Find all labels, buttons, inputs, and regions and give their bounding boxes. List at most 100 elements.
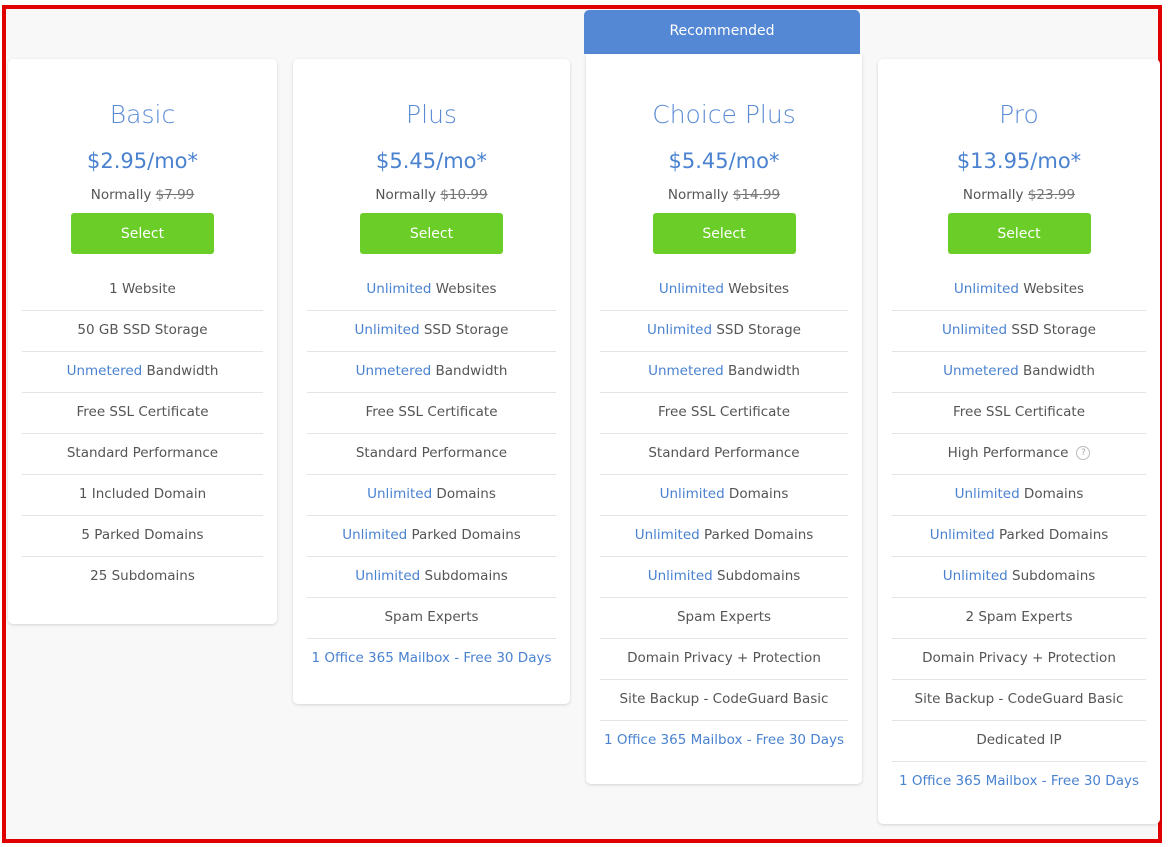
feature-highlight: Unmetered <box>943 363 1019 379</box>
feature-item-office365-link[interactable]: 1 Office 365 Mailbox - Free 30 Days <box>307 639 556 679</box>
feature-text: Websites <box>723 281 790 297</box>
feature-text: Parked Domains <box>407 527 521 543</box>
plan-price: $5.45/mo* <box>376 149 487 173</box>
feature-item: 50 GB SSD Storage <box>22 311 263 352</box>
feature-text: Bandwidth <box>1018 363 1095 379</box>
select-button[interactable]: Select <box>652 213 796 254</box>
feature-item: Spam Experts <box>307 598 556 639</box>
feature-item: Unmetered Bandwidth <box>307 352 556 393</box>
feature-highlight: Unlimited <box>354 322 420 338</box>
feature-item: Unlimited Parked Domains <box>600 516 848 557</box>
feature-item: Unmetered Bandwidth <box>600 352 848 393</box>
feature-text: Domain Privacy + Protection <box>627 650 821 666</box>
feature-highlight: Unlimited <box>634 527 700 543</box>
feature-item-office365-link[interactable]: 1 Office 365 Mailbox - Free 30 Days <box>892 762 1146 802</box>
feature-item: Standard Performance <box>22 434 263 475</box>
plan-price: $5.45/mo* <box>668 149 780 173</box>
plan-card-basic: Basic $2.95/mo* Normally $7.99 Select 1 … <box>8 59 277 624</box>
feature-item: Standard Performance <box>307 434 556 475</box>
feature-highlight: Unlimited <box>954 486 1020 502</box>
plan-card-choice-plus: Choice Plus $5.45/mo* Normally $14.99 Se… <box>586 54 862 784</box>
normally-label: Normally <box>962 187 1024 203</box>
feature-item: Site Backup - CodeGuard Basic <box>600 680 848 721</box>
feature-item: High Performance? <box>892 434 1146 475</box>
feature-highlight: Unlimited <box>366 281 432 297</box>
feature-highlight: Unlimited <box>647 568 713 584</box>
feature-text: Standard Performance <box>66 445 219 461</box>
feature-item: Unlimited Subdomains <box>307 557 556 598</box>
select-button[interactable]: Select <box>360 213 503 254</box>
feature-text: Spam Experts <box>676 609 772 625</box>
feature-item: Unlimited SSD Storage <box>892 311 1146 352</box>
feature-highlight: Unmetered <box>648 363 724 379</box>
feature-text: 1 Website <box>109 281 176 297</box>
select-button[interactable]: Select <box>71 213 214 254</box>
feature-item: Domain Privacy + Protection <box>600 639 848 680</box>
feature-item: Unlimited Domains <box>892 475 1146 516</box>
plan-price: $2.95/mo* <box>87 149 198 173</box>
feature-item: Free SSL Certificate <box>307 393 556 434</box>
feature-text: Websites <box>431 281 497 297</box>
feature-text: Site Backup - CodeGuard Basic <box>914 691 1124 707</box>
feature-text: Dedicated IP <box>976 732 1062 748</box>
normal-price: $10.99 <box>440 187 488 203</box>
feature-highlight: Unlimited <box>942 568 1008 584</box>
feature-item: Unlimited Domains <box>307 475 556 516</box>
feature-highlight: Unlimited <box>659 486 725 502</box>
feature-text: Bandwidth <box>142 363 219 379</box>
feature-item: Site Backup - CodeGuard Basic <box>892 680 1146 721</box>
feature-text: Standard Performance <box>648 445 800 461</box>
feature-highlight: Unlimited <box>342 527 408 543</box>
feature-text: Parked Domains <box>994 527 1109 543</box>
feature-list: Unlimited Websites Unlimited SSD Storage U… <box>892 270 1146 802</box>
feature-text: Site Backup - CodeGuard Basic <box>619 691 829 707</box>
feature-text: Free SSL Certificate <box>76 404 209 420</box>
normal-price: $23.99 <box>1027 187 1076 203</box>
feature-item: Free SSL Certificate <box>600 393 848 434</box>
feature-highlight: Unlimited <box>367 486 433 502</box>
feature-text: Standard Performance <box>355 445 508 461</box>
feature-list: Unlimited Websites Unlimited SSD Storage U… <box>307 270 556 679</box>
plan-card-pro: Pro $13.95/mo* Normally $23.99 Select Un… <box>878 59 1160 824</box>
plan-name: Choice Plus <box>652 100 796 129</box>
feature-item: Unlimited Websites <box>307 270 556 311</box>
feature-text: 5 Parked Domains <box>81 527 204 543</box>
feature-highlight: Unlimited <box>942 322 1008 338</box>
feature-item: 5 Parked Domains <box>22 516 263 557</box>
feature-text: Bandwidth <box>431 363 508 379</box>
feature-item: Unlimited Subdomains <box>600 557 848 598</box>
feature-highlight: Unlimited <box>929 527 995 543</box>
feature-text: High Performance <box>947 445 1069 461</box>
feature-text: Free SSL Certificate <box>952 404 1085 420</box>
feature-item: Unlimited SSD Storage <box>600 311 848 352</box>
plan-name: Plus <box>406 100 457 129</box>
recommended-badge: Recommended <box>584 10 860 54</box>
plan-card-plus: Plus $5.45/mo* Normally $10.99 Select Un… <box>293 59 570 704</box>
feature-text: Parked Domains <box>699 527 814 543</box>
feature-list: 1 Website 50 GB SSD Storage Unmetered Band… <box>22 270 263 597</box>
feature-item-office365-link[interactable]: 1 Office 365 Mailbox - Free 30 Days <box>600 721 848 761</box>
feature-highlight: Unmetered <box>355 363 432 379</box>
feature-text: Subdomains <box>420 568 508 584</box>
feature-text: 2 Spam Experts <box>965 609 1073 625</box>
feature-highlight: Unlimited <box>355 568 421 584</box>
feature-item: Unmetered Bandwidth <box>892 352 1146 393</box>
feature-highlight: Unlimited <box>953 281 1019 297</box>
feature-item: Unlimited SSD Storage <box>307 311 556 352</box>
feature-item: Unlimited Domains <box>600 475 848 516</box>
feature-text: 25 Subdomains <box>90 568 195 584</box>
feature-highlight: Unlimited <box>658 281 724 297</box>
normal-price-note: Normally $7.99 <box>8 185 277 205</box>
select-button[interactable]: Select <box>947 213 1091 254</box>
normal-price: $14.99 <box>732 187 781 203</box>
feature-item: Unlimited Parked Domains <box>892 516 1146 557</box>
feature-item: 2 Spam Experts <box>892 598 1146 639</box>
plan-price: $13.95/mo* <box>956 149 1082 173</box>
feature-text: Websites <box>1018 281 1085 297</box>
feature-item: Free SSL Certificate <box>892 393 1146 434</box>
feature-text: Free SSL Certificate <box>657 404 790 420</box>
feature-item: Standard Performance <box>600 434 848 475</box>
normal-price-note: Normally $10.99 <box>293 185 570 205</box>
feature-text: 50 GB SSD Storage <box>77 322 208 338</box>
help-icon[interactable]: ? <box>1076 446 1091 460</box>
